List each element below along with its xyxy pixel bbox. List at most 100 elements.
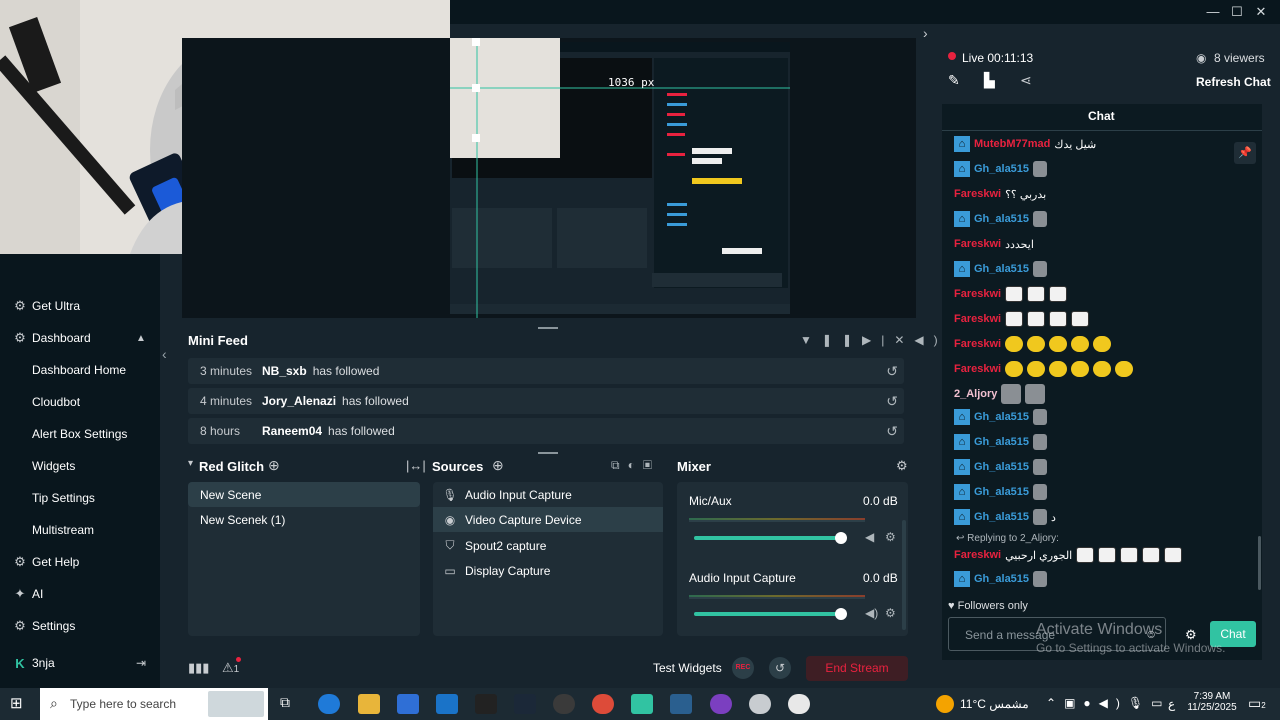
sidebar-sub-multistream[interactable]: Multistream bbox=[32, 523, 94, 537]
outlook-icon[interactable] bbox=[436, 694, 458, 714]
steam-alt-icon[interactable] bbox=[670, 694, 692, 714]
mute-icon[interactable]: ◀ bbox=[865, 530, 874, 544]
mic-tray-icon[interactable]: 🎙 bbox=[1128, 696, 1151, 710]
chat-user[interactable]: Gh_ala515 bbox=[974, 486, 1029, 498]
chat-user[interactable]: Fareskwi bbox=[954, 238, 1001, 250]
chat-user[interactable]: Gh_ala515 bbox=[974, 436, 1029, 448]
input-language[interactable]: ع bbox=[1168, 697, 1175, 711]
notification-icon[interactable]: ▭2 bbox=[1248, 695, 1266, 712]
chat-user[interactable]: MutebM77mad bbox=[974, 138, 1050, 150]
logout-icon[interactable]: ⇥ bbox=[136, 656, 146, 670]
edit-icon[interactable]: ✎ bbox=[948, 72, 960, 89]
test-widgets-button[interactable]: Test Widgets bbox=[653, 661, 722, 675]
discord-icon[interactable] bbox=[710, 694, 732, 714]
file-explorer-icon[interactable] bbox=[358, 694, 380, 714]
chat-user[interactable]: Fareskwi bbox=[954, 338, 1001, 350]
sidebar-item-get-help[interactable]: ⚙ Get Help bbox=[0, 550, 160, 574]
pin-icon[interactable]: 📌 bbox=[1234, 142, 1256, 164]
sidebar-user[interactable]: K 3nja ⇥ bbox=[0, 651, 160, 675]
source-item[interactable]: 🎙 Audio Input Capture bbox=[433, 482, 663, 507]
tray-app-icon[interactable]: ▣ bbox=[1064, 696, 1083, 710]
weather-text[interactable]: 11°C مشمس bbox=[960, 697, 1029, 711]
taskbar-search[interactable]: ⌕ Type here to search bbox=[40, 688, 268, 720]
chat-user[interactable]: 2_Aljory bbox=[954, 388, 997, 400]
windows-start-icon[interactable]: ⊞ bbox=[10, 696, 26, 712]
sidebar-item-settings[interactable]: ⚙ Settings bbox=[0, 614, 160, 638]
chat-user[interactable]: Fareskwi bbox=[954, 313, 1001, 325]
sidebar-item-get-ultra[interactable]: ⚙ Get Ultra bbox=[0, 294, 160, 318]
chat-user[interactable]: Gh_ala515 bbox=[974, 213, 1029, 225]
group-icon[interactable]: ⧉ bbox=[611, 458, 628, 472]
clock[interactable]: 7:39 AM 11/25/2025 bbox=[1186, 691, 1238, 713]
epic-games-icon[interactable] bbox=[475, 694, 497, 714]
sidebar-sub-tip-settings[interactable]: Tip Settings bbox=[32, 491, 95, 505]
scene-item[interactable]: New Scene bbox=[188, 482, 420, 507]
collapse-sidebar-icon[interactable]: ‹ bbox=[162, 346, 167, 362]
mixer-scrollbar[interactable] bbox=[902, 520, 906, 630]
image-icon[interactable]: ▣ bbox=[643, 458, 660, 472]
sidebar-sub-alert-box[interactable]: Alert Box Settings bbox=[32, 427, 127, 441]
source-item[interactable]: ▭ Display Capture bbox=[433, 558, 663, 583]
nvidia-icon[interactable]: ● bbox=[1083, 696, 1098, 710]
volume-tray-icon[interactable]: ◀) bbox=[1099, 696, 1128, 710]
refresh-chat-button[interactable]: Refresh Chat bbox=[1196, 75, 1271, 89]
audio-sources-icon[interactable]: ◐ bbox=[628, 458, 643, 472]
source-item[interactable]: ◉ Video Capture Device bbox=[433, 507, 663, 532]
add-scene-icon[interactable]: ⊕ bbox=[268, 457, 280, 474]
chat-user[interactable]: Gh_ala515 bbox=[974, 411, 1029, 423]
steelseries-icon[interactable] bbox=[749, 694, 771, 714]
replay-icon[interactable]: ↺ bbox=[886, 423, 898, 440]
channel-settings-icon[interactable]: ⚙ bbox=[885, 530, 896, 544]
stats-icon[interactable]: ▮▮▮ bbox=[188, 660, 209, 676]
store-icon[interactable] bbox=[397, 694, 419, 714]
chat-user[interactable]: Gh_ala515 bbox=[974, 461, 1029, 473]
chrome-icon[interactable] bbox=[592, 694, 614, 714]
chat-user[interactable]: Gh_ala515 bbox=[974, 573, 1029, 585]
mixer-settings-icon[interactable]: ⚙ bbox=[896, 458, 908, 474]
chat-scrollbar[interactable] bbox=[1258, 536, 1261, 590]
tray-chevron-icon[interactable]: ⌃ bbox=[1046, 696, 1064, 710]
edge-icon[interactable] bbox=[318, 694, 340, 714]
chat-user[interactable]: Gh_ala515 bbox=[974, 263, 1029, 275]
sidebar-sub-widgets[interactable]: Widgets bbox=[32, 459, 75, 473]
source-item[interactable]: ⛉ Spout2 capture bbox=[433, 533, 663, 558]
mute-icon[interactable]: ◀) bbox=[865, 606, 878, 620]
end-stream-button[interactable]: End Stream bbox=[806, 656, 908, 681]
resize-handle[interactable] bbox=[538, 452, 558, 454]
volume-slider[interactable] bbox=[694, 608, 848, 620]
replay-icon[interactable]: ↺ bbox=[886, 393, 898, 410]
close-button[interactable]: ✕ bbox=[1250, 2, 1272, 22]
rec-button[interactable]: REC bbox=[732, 657, 754, 679]
chat-user[interactable]: Gh_ala515 bbox=[974, 163, 1029, 175]
stream-preview[interactable]: 1036 px bbox=[182, 38, 916, 318]
chat-user[interactable]: Fareskwi bbox=[954, 549, 1001, 561]
chat-user[interactable]: Fareskwi bbox=[954, 188, 1001, 200]
sidebar-item-ai[interactable]: ✦ AI bbox=[0, 582, 160, 606]
scene-transition-icon[interactable]: |↔| bbox=[406, 458, 426, 473]
maximize-button[interactable]: ☐ bbox=[1226, 2, 1248, 22]
chat-user[interactable]: Gh_ala515 bbox=[974, 511, 1029, 523]
emote-icon bbox=[1027, 311, 1046, 327]
dashboard-icon[interactable]: ▙ bbox=[984, 72, 995, 89]
alert-icon[interactable]: ⚠1 bbox=[222, 660, 239, 676]
channel-settings-icon[interactable]: ⚙ bbox=[885, 606, 896, 620]
volume-slider[interactable] bbox=[694, 532, 848, 544]
replay-icon[interactable]: ↺ bbox=[886, 363, 898, 380]
app-icon[interactable] bbox=[788, 694, 810, 714]
chat-user[interactable]: Fareskwi bbox=[954, 363, 1001, 375]
sidebar-sub-dashboard-home[interactable]: Dashboard Home bbox=[32, 363, 126, 377]
sidebar-sub-cloudbot[interactable]: Cloudbot bbox=[32, 395, 80, 409]
task-view-icon[interactable]: ⧉ bbox=[280, 694, 290, 711]
sidebar-item-dashboard[interactable]: ⚙ Dashboard ▲ bbox=[0, 326, 160, 350]
streamlabs-icon[interactable] bbox=[631, 694, 653, 714]
chevron-down-icon[interactable]: ▾ bbox=[188, 458, 193, 469]
steam-icon[interactable] bbox=[514, 694, 536, 714]
add-source-icon[interactable]: ⊕ bbox=[492, 457, 504, 474]
obs-icon[interactable] bbox=[553, 694, 575, 714]
scene-item[interactable]: New Scenek (1) bbox=[188, 507, 420, 532]
share-icon[interactable]: ⋖ bbox=[1020, 72, 1032, 89]
minimize-button[interactable]: — bbox=[1202, 2, 1224, 22]
expand-chat-icon[interactable]: › bbox=[923, 25, 928, 41]
replay-buffer-icon[interactable]: ↺ bbox=[769, 657, 791, 679]
chat-user[interactable]: Fareskwi bbox=[954, 288, 1001, 300]
